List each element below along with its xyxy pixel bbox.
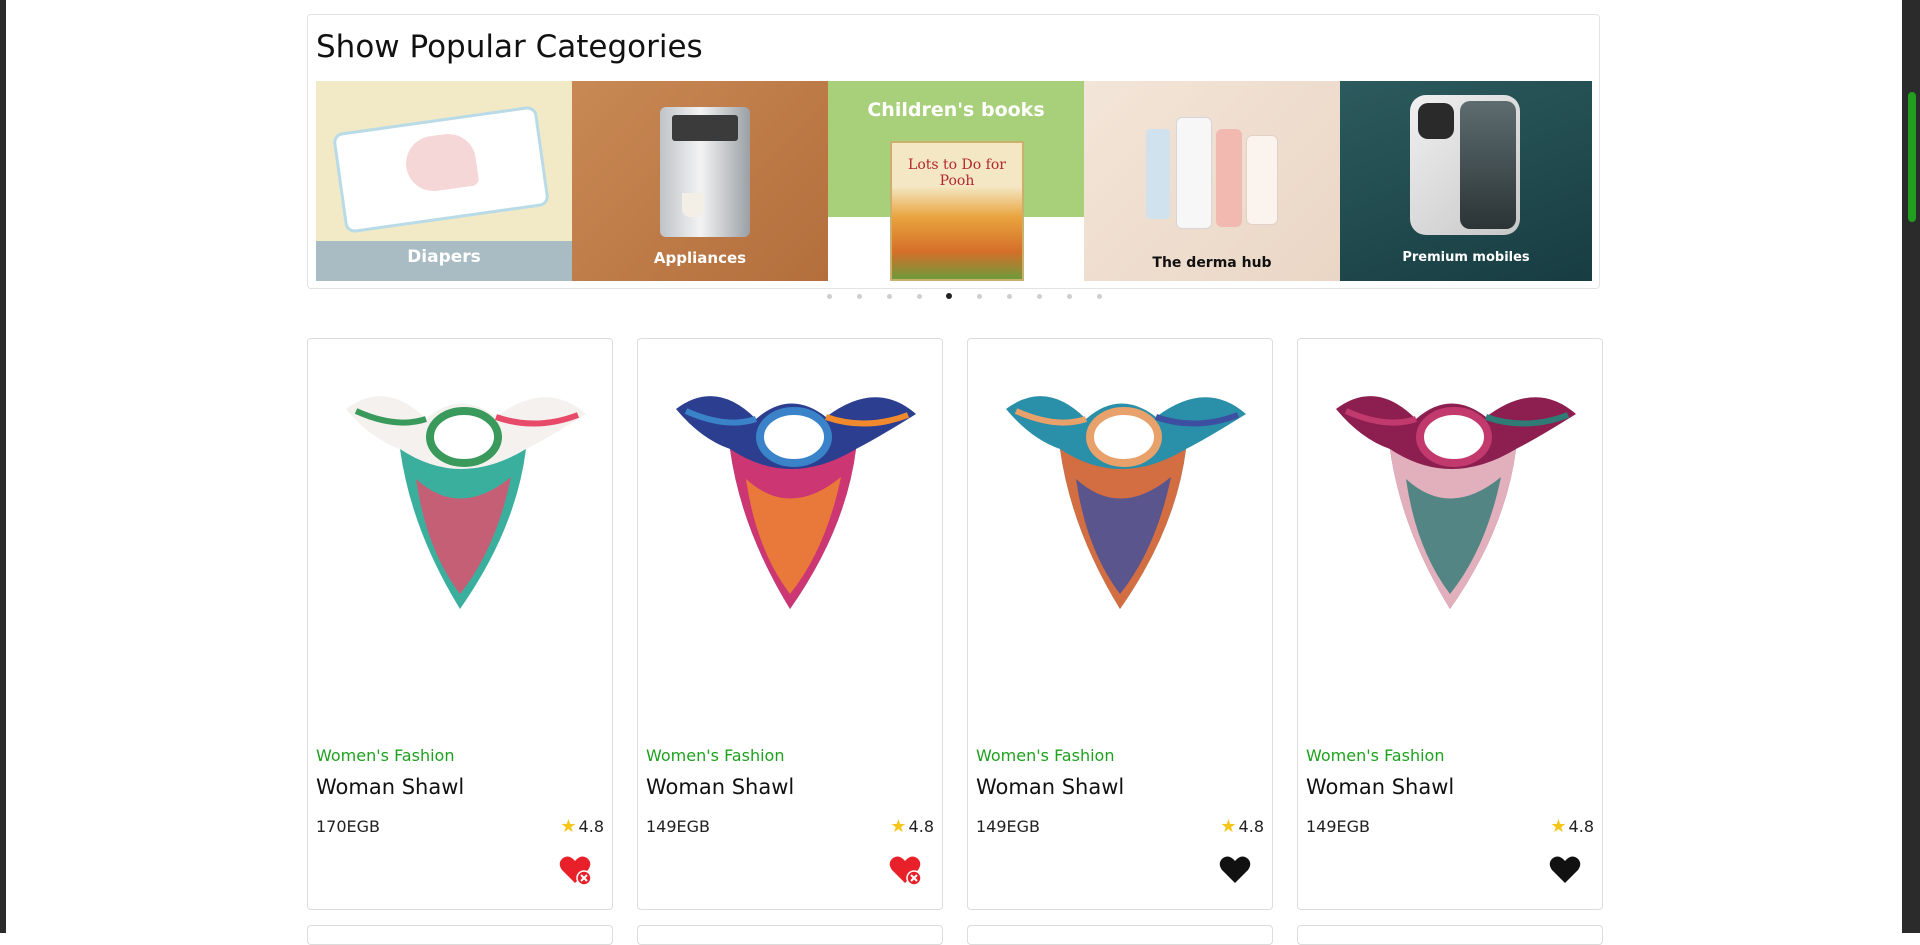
window-frame-left: [0, 0, 6, 933]
category-slide-derma-hub[interactable]: The derma hub: [1084, 81, 1340, 281]
rating-value: 4.8: [1568, 817, 1594, 836]
product-card[interactable]: Women's Fashion Woman Shawl 149EGB ★ 4.8: [637, 338, 943, 910]
rating-value: 4.8: [1238, 817, 1264, 836]
slide-label: Appliances: [653, 249, 747, 267]
product-title[interactable]: Woman Shawl: [976, 775, 1124, 799]
star-icon: ★: [560, 816, 577, 837]
product-rating: ★ 4.8: [890, 816, 934, 837]
product-category[interactable]: Women's Fashion: [976, 746, 1114, 765]
phone-screen-image: [1460, 101, 1516, 229]
popular-categories-section: Show Popular Categories Diapers Applianc…: [307, 14, 1600, 289]
slider-dot[interactable]: [964, 290, 994, 302]
product-rating: ★ 4.8: [1220, 816, 1264, 837]
category-slide-premium-mobiles[interactable]: Premium mobiles: [1340, 81, 1592, 281]
heart-remove-icon[interactable]: [558, 853, 592, 887]
book-cover-image: Lots to Do for Pooh: [890, 141, 1024, 281]
slider-dot[interactable]: [934, 290, 964, 302]
category-slide-appliances[interactable]: Appliances: [572, 81, 828, 281]
product-card-next-row[interactable]: [1297, 925, 1603, 945]
camera-module-image: [1418, 103, 1454, 139]
heart-icon[interactable]: [1218, 853, 1252, 887]
product-card[interactable]: Women's Fashion Woman Shawl 149EGB ★ 4.8: [967, 338, 1273, 910]
category-slide-childrens-books[interactable]: Children's books Lots to Do for Pooh: [828, 81, 1084, 281]
coffee-cup-image: [682, 193, 704, 217]
book-title: Lots to Do for Pooh: [908, 157, 1006, 189]
scrollbar-thumb[interactable]: [1908, 92, 1916, 222]
slider-dot[interactable]: [994, 290, 1024, 302]
rating-value: 4.8: [908, 817, 934, 836]
product-price: 170EGB: [316, 817, 381, 836]
slider-dot[interactable]: [814, 290, 844, 302]
product-image[interactable]: [646, 359, 934, 659]
cleanser-bottle-image: [1176, 117, 1212, 229]
slider-dot[interactable]: [1024, 290, 1054, 302]
product-category[interactable]: Women's Fashion: [646, 746, 784, 765]
section-title: Show Popular Categories: [316, 29, 703, 65]
product-title[interactable]: Woman Shawl: [1306, 775, 1454, 799]
cream-tube-image: [1246, 135, 1278, 225]
product-card-next-row[interactable]: [307, 925, 613, 945]
product-image[interactable]: [1306, 359, 1594, 659]
product-rating: ★ 4.8: [560, 816, 604, 837]
product-image[interactable]: [976, 359, 1264, 659]
product-title[interactable]: Woman Shawl: [316, 775, 464, 799]
product-card-next-row[interactable]: [637, 925, 943, 945]
product-image[interactable]: [316, 359, 604, 659]
scrollbar-track[interactable]: [1902, 0, 1920, 933]
slider-pagination: [814, 290, 1114, 302]
product-title[interactable]: Woman Shawl: [646, 775, 794, 799]
star-icon: ★: [890, 816, 907, 837]
slide-label: Premium mobiles: [1402, 250, 1530, 265]
toner-bottle-image: [1216, 129, 1242, 227]
product-rating: ★ 4.8: [1550, 816, 1594, 837]
product-card[interactable]: Women's Fashion Woman Shawl 149EGB ★ 4.8: [1297, 338, 1603, 910]
product-card-next-row[interactable]: [967, 925, 1273, 945]
product-price: 149EGB: [976, 817, 1041, 836]
heart-remove-icon[interactable]: [888, 853, 922, 887]
heart-icon[interactable]: [1548, 853, 1582, 887]
product-category[interactable]: Women's Fashion: [316, 746, 454, 765]
serum-bottle-image: [1146, 129, 1170, 219]
slide-label: The derma hub: [1152, 255, 1272, 271]
product-card[interactable]: Women's Fashion Woman Shawl 170EGB ★ 4.8: [307, 338, 613, 910]
slider-dot[interactable]: [904, 290, 934, 302]
slider-dot[interactable]: [844, 290, 874, 302]
product-price: 149EGB: [646, 817, 711, 836]
slider-dot[interactable]: [874, 290, 904, 302]
category-slider[interactable]: Diapers Appliances Children's books Lots…: [316, 81, 1592, 281]
product-category[interactable]: Women's Fashion: [1306, 746, 1444, 765]
machine-panel: [672, 115, 738, 141]
slide-label: Diapers: [407, 247, 481, 267]
product-price: 149EGB: [1306, 817, 1371, 836]
slider-dot[interactable]: [1084, 290, 1114, 302]
star-icon: ★: [1220, 816, 1237, 837]
star-icon: ★: [1550, 816, 1567, 837]
category-slide-diapers[interactable]: Diapers: [316, 81, 572, 281]
slide-label: Children's books: [867, 99, 1045, 121]
slider-dot[interactable]: [1054, 290, 1084, 302]
rating-value: 4.8: [578, 817, 604, 836]
